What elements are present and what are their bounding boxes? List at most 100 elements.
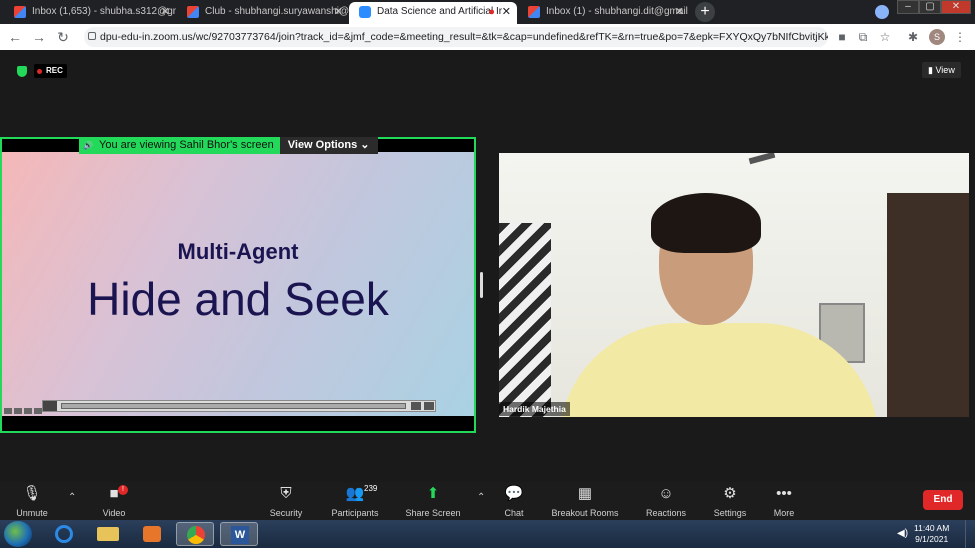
video-button[interactable]: ■ ! Video <box>96 482 132 520</box>
chat-button[interactable]: 💬 Chat <box>498 482 530 520</box>
breakout-rooms-button[interactable]: ▦ Breakout Rooms <box>548 482 622 520</box>
share-options-caret-icon[interactable]: ⌃ <box>477 492 485 503</box>
view-label: View <box>935 65 955 75</box>
forward-arrow-icon[interactable]: → <box>30 28 48 46</box>
slide-menu-icon[interactable] <box>24 408 32 414</box>
minimize-icon[interactable]: – <box>897 0 919 14</box>
security-label: Security <box>269 508 303 518</box>
participants-count: 239 <box>364 484 378 493</box>
pen-icon[interactable] <box>14 408 22 414</box>
back-arrow-icon[interactable]: ← <box>6 28 24 46</box>
close-icon[interactable]: ✕ <box>334 2 343 22</box>
view-layout-icon: ▮ <box>928 65 933 75</box>
encryption-shield-icon[interactable] <box>17 66 27 77</box>
show-desktop-button[interactable] <box>965 520 975 548</box>
view-options-button[interactable]: View Options ⌄ <box>279 137 378 154</box>
participants-button[interactable]: 👥 239 Participants <box>326 482 384 520</box>
share-banner: You are viewing Sahil Bhor's screen View… <box>79 137 378 154</box>
internet-explorer-icon <box>55 525 73 543</box>
tab-gmail-inbox-1[interactable]: Inbox (1,653) - shubha.s312@gm ✕ <box>4 2 176 24</box>
gmail-icon <box>14 6 26 18</box>
chrome-icon <box>187 526 205 544</box>
menu-dots-icon[interactable]: ⋮ <box>952 29 968 45</box>
extensions-icon[interactable]: ✱ <box>905 29 921 45</box>
address-bar-row: ← → ↻ dpu-edu-in.zoom.us/wc/92703773764/… <box>0 24 975 50</box>
close-icon[interactable]: ✕ <box>502 2 511 22</box>
tab-zoom-meeting[interactable]: Data Science and Artificial Ir ● ✕ <box>349 2 517 24</box>
share-screen-icon: ⬆ <box>426 485 440 502</box>
share-screen-button[interactable]: ⬆ Share Screen <box>402 482 464 520</box>
reactions-button[interactable]: ☺ Reactions <box>642 482 690 520</box>
system-clock[interactable]: 11:40 AM 9/1/2021 <box>914 523 949 545</box>
tab-title: Inbox (1) - shubhangi.dit@gmail <box>546 6 688 17</box>
volume-tray-icon[interactable]: ◀) <box>897 528 908 539</box>
chevron-down-icon: ⌄ <box>360 139 370 151</box>
tab-title: Data Science and Artificial Ir <box>377 6 503 17</box>
gear-icon: ⚙ <box>723 485 737 502</box>
taskbar-chrome[interactable] <box>176 522 214 546</box>
captions-icon[interactable] <box>411 402 421 410</box>
video-warning-badge: ! <box>118 485 128 495</box>
lock-icon[interactable] <box>88 32 96 40</box>
tab-gmail-inbox-2[interactable]: Inbox (1) - shubhangi.dit@gmail ✕ <box>518 2 690 24</box>
word-icon: W <box>231 526 249 544</box>
participants-label: Participants <box>331 508 379 518</box>
windows-taskbar: W ◀) 11:40 AM 9/1/2021 <box>0 520 975 548</box>
tab-gmail-club[interactable]: Club - shubhangi.suryawanshi@d ✕ <box>177 2 349 24</box>
shield-icon: ⛨ <box>280 485 292 502</box>
taskbar-media-player[interactable] <box>132 522 170 546</box>
split-resize-handle[interactable] <box>480 272 483 298</box>
play-icon[interactable] <box>43 401 57 411</box>
camera-icon[interactable]: ■ <box>834 29 850 45</box>
url-text: dpu-edu-in.zoom.us/wc/92703773764/join?t… <box>100 31 828 43</box>
reload-icon[interactable]: ↻ <box>54 28 72 46</box>
end-meeting-button[interactable]: End <box>923 490 963 510</box>
viewing-screen-label: You are viewing Sahil Bhor's screen <box>79 137 280 154</box>
view-button[interactable]: ▮ View <box>922 62 961 78</box>
unmute-label: Unmute <box>16 508 48 518</box>
more-label: More <box>773 508 795 518</box>
volume-icon[interactable] <box>424 402 434 410</box>
participants-icon: 👥 <box>345 485 365 502</box>
tab-title: Club - shubhangi.suryawanshi@d <box>205 6 349 17</box>
new-tab-button[interactable]: + <box>695 2 715 22</box>
door <box>887 193 969 417</box>
taskbar-file-explorer[interactable] <box>88 522 126 546</box>
video-progress-bar[interactable] <box>61 403 406 409</box>
close-icon[interactable]: ✕ <box>161 2 170 22</box>
reactions-label: Reactions <box>645 508 687 518</box>
security-button[interactable]: ⛨ Security <box>264 482 308 520</box>
more-dots-icon: ••• <box>776 485 792 502</box>
prev-slide-icon[interactable] <box>4 408 12 414</box>
window-controls: – ▢ ✕ <box>897 0 971 14</box>
settings-button[interactable]: ⚙ Settings <box>710 482 750 520</box>
presentation-slide: Multi-Agent Hide and Seek <box>2 152 474 416</box>
participant-video <box>499 153 969 417</box>
slide-title: Hide and Seek <box>87 273 389 325</box>
gmail-icon <box>528 6 540 18</box>
muted-mic-icon: 🎙 <box>22 485 42 502</box>
start-button-icon[interactable] <box>4 521 32 547</box>
more-button[interactable]: ••• More <box>766 482 802 520</box>
bookmark-star-icon[interactable]: ☆ <box>877 29 893 45</box>
close-window-icon[interactable]: ✕ <box>941 0 971 14</box>
chrome-profile-icon[interactable] <box>873 3 891 21</box>
chat-label: Chat <box>504 508 524 518</box>
zoom-icon <box>359 6 371 18</box>
unmute-button[interactable]: 🎙 Unmute <box>12 482 52 520</box>
url-input[interactable]: dpu-edu-in.zoom.us/wc/92703773764/join?t… <box>84 27 828 47</box>
folder-icon <box>97 527 119 541</box>
shared-screen: You are viewing Sahil Bhor's screen View… <box>0 137 476 433</box>
slide-subtitle: Multi-Agent <box>177 239 299 264</box>
audio-options-caret-icon[interactable]: ⌃ <box>68 492 76 503</box>
gmail-icon <box>187 6 199 18</box>
taskbar-internet-explorer[interactable] <box>44 522 82 546</box>
avatar[interactable]: S <box>929 29 945 45</box>
taskbar-word[interactable]: W <box>220 522 258 546</box>
tab-title: Inbox (1,653) - shubha.s312@gm <box>32 6 176 17</box>
next-slide-icon[interactable] <box>34 408 42 414</box>
close-icon[interactable]: ✕ <box>675 2 684 22</box>
maximize-icon[interactable]: ▢ <box>919 0 941 14</box>
settings-label: Settings <box>713 508 747 518</box>
translate-icon[interactable]: ⧉ <box>855 29 871 45</box>
